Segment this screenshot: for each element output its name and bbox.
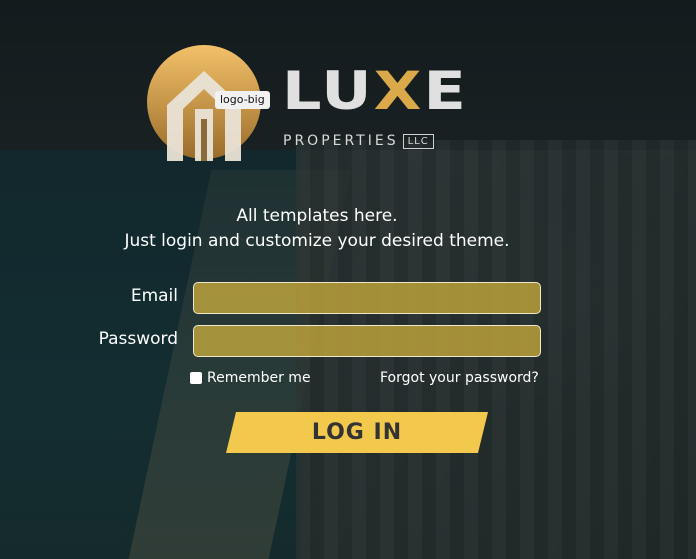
login-button-label: LOG IN [311, 420, 403, 445]
tagline-line-2: Just login and customize your desired th… [124, 231, 510, 251]
login-button[interactable]: LOG IN [226, 412, 488, 453]
logo-subtitle: PROPERTIES LLC [283, 133, 434, 149]
tagline: All templates here. Just login and custo… [0, 204, 634, 254]
logo-llc-badge: LLC [402, 133, 434, 149]
email-label: Email [130, 286, 178, 306]
logo: LUXE PROPERTIES LLC logo-big [145, 43, 470, 163]
password-label: Password [98, 329, 178, 349]
logo-wordmark: LUXE [282, 59, 468, 122]
password-input[interactable] [193, 325, 541, 357]
tagline-line-1: All templates here. [236, 206, 398, 226]
remember-label: Remember me [207, 370, 311, 386]
email-input[interactable] [193, 282, 541, 314]
remember-me[interactable]: Remember me [190, 370, 311, 386]
forgot-password-link[interactable]: Forgot your password? [380, 370, 539, 386]
remember-checkbox[interactable] [190, 372, 202, 384]
logo-tooltip: logo-big [215, 91, 270, 109]
